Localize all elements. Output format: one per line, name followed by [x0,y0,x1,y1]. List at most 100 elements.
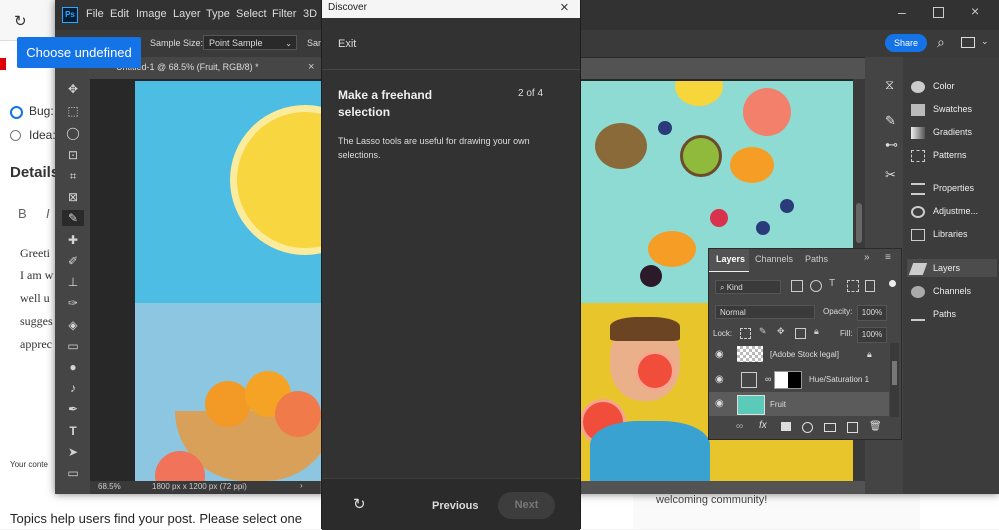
tools-icon[interactable]: ✂ [885,167,896,183]
layer-row[interactable]: ◉ ∞ Hue/Saturation 1 [709,368,889,392]
zoom-level[interactable]: 68.5% [98,482,121,491]
move-tool-icon[interactable]: ✥ [62,81,84,97]
eraser-tool-icon[interactable]: ◈ [62,317,84,333]
fill-input[interactable]: 100% [857,327,887,343]
filter-type-icon[interactable]: T [829,278,835,289]
panel-libraries[interactable]: Libraries [911,225,968,243]
previous-button[interactable]: Previous [432,500,478,512]
visibility-eye-icon[interactable]: ◉ [715,374,724,385]
pen-tool-icon[interactable]: ✒ [62,401,84,417]
sample-size-select[interactable]: Point Sample ⌄ [203,35,297,50]
menu-3d[interactable]: 3D [303,8,317,20]
shape-tool-icon[interactable]: ▭ [62,465,84,481]
italic-button[interactable]: I [46,206,50,221]
object-select-icon[interactable]: ⊡ [62,147,84,163]
exit-button[interactable]: Exit [338,38,356,50]
share-button[interactable]: Share [885,34,927,52]
eyedropper-tool-icon[interactable]: ✎ [62,210,84,226]
panel-menu-icon[interactable]: ≡ [885,252,891,263]
menu-select[interactable]: Select [236,8,267,20]
group-folder-icon[interactable] [824,423,836,432]
menu-filter[interactable]: Filter [272,8,296,20]
scroll-thumb[interactable] [892,361,897,385]
brush-tool-icon[interactable]: ✐ [62,253,84,269]
trash-icon[interactable]: 🗑︎ [869,421,882,432]
lock-all-icon[interactable]: 🔒︎ [814,326,819,337]
filter-smart-icon[interactable] [865,280,875,292]
blur-tool-icon[interactable]: ● [62,359,84,375]
frame-tool-icon[interactable]: ⊠ [62,189,84,205]
menu-layer[interactable]: Layer [173,8,201,20]
sliders-icon[interactable]: ⊷ [885,137,898,153]
chevron-down-icon[interactable]: ⌄ [981,36,989,47]
menu-type[interactable]: Type [206,8,230,20]
panel-swatches[interactable]: Swatches [911,100,972,118]
link-layers-icon[interactable]: ∞ [736,421,743,432]
layer-row-selected[interactable]: ◉ Fruit [709,392,889,416]
path-select-icon[interactable]: ➤ [62,444,84,460]
minimize-icon[interactable]: – [898,4,906,20]
panel-gradients[interactable]: Gradients [911,123,972,141]
lock-artboard-icon[interactable] [795,328,806,339]
fx-icon[interactable]: fx [759,420,767,431]
tab-channels[interactable]: Channels [755,254,793,264]
type-tool-icon[interactable]: T [62,423,84,439]
menu-edit[interactable]: Edit [110,8,129,20]
panel-patterns[interactable]: Patterns [911,146,967,164]
new-layer-icon[interactable] [847,422,858,433]
maximize-icon[interactable] [933,7,944,18]
panel-layers[interactable]: Layers [907,259,997,277]
search-icon[interactable]: ⌕ [937,34,945,51]
scroll-thumb[interactable] [856,203,862,243]
radio-bug[interactable] [10,106,23,119]
lock-position-icon[interactable]: ✥ [777,326,785,337]
workspace-icon[interactable] [961,37,975,48]
blend-mode-select[interactable]: Normal [715,305,815,319]
filter-adjust-icon[interactable] [810,280,822,292]
tab-paths[interactable]: Paths [805,254,828,264]
opacity-input[interactable]: 100% [857,305,887,321]
chevron-right-icon[interactable]: › [300,481,303,490]
filter-shape-icon[interactable] [847,280,859,292]
crop-tool-icon[interactable]: ⌗ [62,168,84,184]
gradient-tool-icon[interactable]: ▭ [62,338,84,354]
tab-layers[interactable]: Layers [716,254,745,264]
bold-button[interactable]: B [18,206,27,221]
dodge-tool-icon[interactable]: ♪ [62,380,84,396]
close-icon[interactable]: × [971,3,979,19]
visibility-eye-icon[interactable]: ◉ [715,349,724,360]
lasso-tool-icon[interactable]: ◯ [62,125,84,141]
restart-icon[interactable]: ↻ [353,495,366,513]
layer-row[interactable]: ◉ [Adobe Stock legal] 🔒︎ [709,343,889,367]
filter-toggle-icon[interactable] [889,280,896,287]
history-icon[interactable]: ⧖ [885,77,894,93]
choose-tooltip[interactable]: Choose undefined [17,37,141,68]
filter-pixel-icon[interactable] [791,280,803,292]
layers-scrollbar[interactable] [890,343,899,417]
adjustment-layer-icon[interactable] [802,422,813,433]
add-mask-icon[interactable] [781,422,791,431]
expand-icon[interactable]: » [864,252,870,263]
panel-paths[interactable]: Paths [911,305,956,323]
panel-properties[interactable]: Properties [911,179,974,197]
close-tab-icon[interactable]: × [308,61,314,73]
panel-adjustments[interactable]: Adjustme... [911,202,978,220]
next-button[interactable]: Next [498,492,555,519]
stamp-tool-icon[interactable]: ⊥ [62,274,84,290]
close-icon[interactable]: × [560,0,569,16]
panel-channels[interactable]: Channels [911,282,971,300]
kind-filter-select[interactable]: ⌕ Kind [715,280,781,294]
lock-paint-icon[interactable]: ✎ [759,326,767,337]
panel-color[interactable]: Color [911,77,955,95]
brush-settings-icon[interactable]: ✎ [885,113,896,129]
radio-idea[interactable] [10,130,21,141]
menu-image[interactable]: Image [136,8,167,20]
healing-tool-icon[interactable]: ✚ [62,232,84,248]
visibility-eye-icon[interactable]: ◉ [715,398,724,409]
history-brush-icon[interactable]: ✑ [62,295,84,311]
menu-file[interactable]: File [86,8,104,20]
lock-pixels-icon[interactable] [740,328,751,339]
marquee-tool-icon[interactable]: ⬚ [62,103,84,119]
panel-label: Color [933,81,955,91]
refresh-icon[interactable]: ↻ [14,12,27,30]
